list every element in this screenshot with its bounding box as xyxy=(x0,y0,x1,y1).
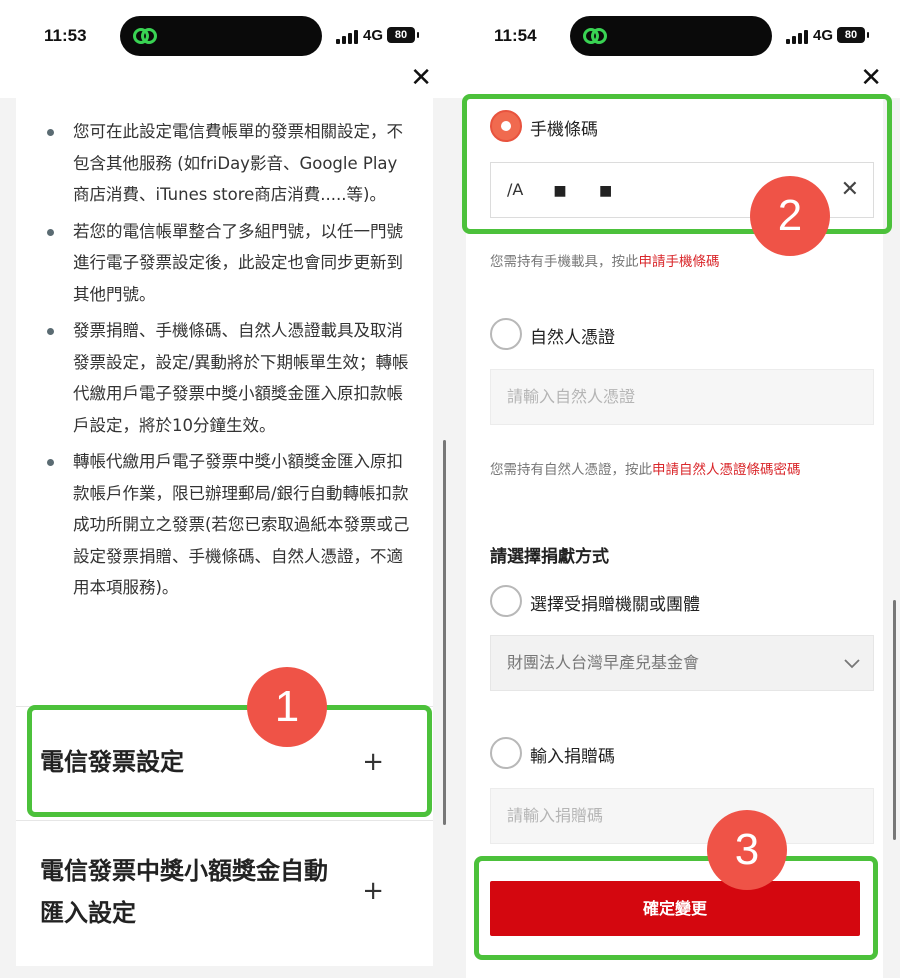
citizen-cert-hint: 您需持有自然人憑證，按此申請自然人憑證條碼密碼 xyxy=(490,458,801,478)
network-type: 4G xyxy=(813,27,834,44)
donation-section-title: 請選擇捐獻方式 xyxy=(490,547,609,567)
notes-list: 您可在此設定電信費帳單的發票相關設定，不包含其他服務 (如friDay影音、Go… xyxy=(42,116,412,609)
info-card: 您可在此設定電信費帳單的發票相關設定，不包含其他服務 (如friDay影音、Go… xyxy=(16,98,433,966)
note-item: 若您的電信帳單整合了多組門號，以任一門號進行電子發票設定後，此設定也會同步更新到… xyxy=(42,216,412,311)
step-badge-1: 1 xyxy=(247,667,327,747)
status-time: 11:53 xyxy=(44,26,87,45)
note-item: 發票捐贈、手機條碼、自然人憑證載具及取消發票設定，設定/異動將於下期帳單生效；轉… xyxy=(42,315,412,441)
radio-citizen-cert[interactable] xyxy=(490,318,522,350)
scrollbar[interactable] xyxy=(893,600,896,840)
accordion-prize-deposit[interactable]: 電信發票中獎小額獎金自動 匯入設定 + xyxy=(40,850,410,934)
note-item: 您可在此設定電信費帳單的發票相關設定，不包含其他服務 (如friDay影音、Go… xyxy=(42,116,412,211)
dynamic-island xyxy=(570,16,772,56)
dynamic-island xyxy=(120,16,322,56)
citizen-cert-input[interactable]: 請輸入自然人憑證 xyxy=(490,369,874,425)
battery-icon: 80 xyxy=(387,27,419,43)
highlight-box-1 xyxy=(27,705,432,817)
status-time: 11:54 xyxy=(494,26,537,45)
note-item: 轉帳代繳用戶電子發票中獎小額獎金匯入原扣款帳戶作業，限已辦理郵局/銀行自動轉帳扣… xyxy=(42,446,412,604)
divider xyxy=(16,820,433,821)
apply-mobile-barcode-link[interactable]: 申請手機條碼 xyxy=(639,254,720,270)
signal-icon xyxy=(786,30,808,44)
network-type: 4G xyxy=(363,27,384,44)
donation-org-label: 選擇受捐贈機關或團體 xyxy=(530,595,700,615)
citizen-cert-label: 自然人憑證 xyxy=(530,328,615,348)
scrollbar[interactable] xyxy=(443,440,446,825)
top-bar: ✕ xyxy=(0,62,450,98)
donation-code-label: 輸入捐贈碼 xyxy=(530,747,615,767)
donation-org-select[interactable]: 財團法人台灣早產兒基金會 xyxy=(490,635,874,691)
step-badge-2: 2 xyxy=(750,176,830,256)
app-logo-icon xyxy=(583,28,607,44)
accordion-title-line2: 匯入設定 xyxy=(40,899,136,927)
selected-org: 財團法人台灣早產兒基金會 xyxy=(507,653,700,672)
donation-code-input[interactable]: 請輸入捐贈碼 xyxy=(490,788,874,844)
apply-citizen-cert-link[interactable]: 申請自然人憑證條碼密碼 xyxy=(652,462,801,478)
radio-donation-org[interactable] xyxy=(490,585,522,617)
hint-text: 您需持有手機載具，按此 xyxy=(490,254,639,270)
battery-icon: 80 xyxy=(837,27,869,43)
chevron-down-icon xyxy=(844,659,860,669)
step-badge-3: 3 xyxy=(707,810,787,890)
right-screen: 11:54 4G 80 ✕ 手機條碼 /A ■ ■ ✕ 您需持有手機載具，按此申請… xyxy=(450,0,900,978)
signal-icon xyxy=(336,30,358,44)
highlight-box-3 xyxy=(474,856,878,960)
accordion-title: 電信發票中獎小額獎金自動 xyxy=(40,857,328,885)
plus-icon[interactable]: + xyxy=(362,870,384,912)
close-icon[interactable]: ✕ xyxy=(860,64,882,92)
left-screen: 11:53 4G 80 ✕ 您可在此設定電信費帳單的發票相關設定，不包含其他服務… xyxy=(0,0,450,978)
mobile-barcode-hint: 您需持有手機載具，按此申請手機條碼 xyxy=(490,250,720,270)
close-icon[interactable]: ✕ xyxy=(410,64,432,92)
app-logo-icon xyxy=(133,28,157,44)
hint-text: 您需持有自然人憑證，按此 xyxy=(490,462,652,478)
radio-donation-code[interactable] xyxy=(490,737,522,769)
